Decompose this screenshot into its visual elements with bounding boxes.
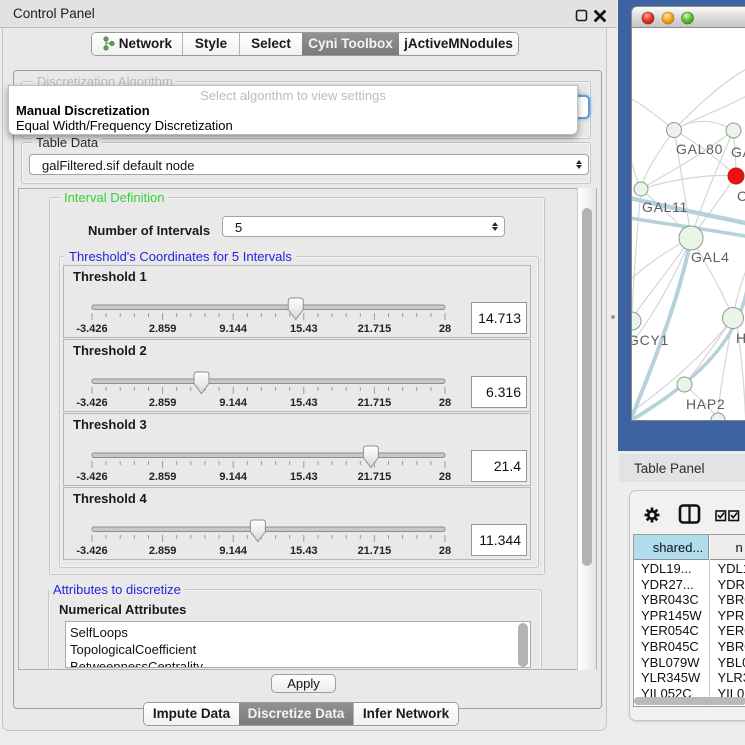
svg-text:21.715: 21.715 [358, 471, 392, 483]
svg-text:28: 28 [439, 397, 451, 409]
svg-text:-3.426: -3.426 [76, 545, 107, 557]
svg-text:2.859: 2.859 [149, 545, 177, 557]
svg-text:28: 28 [439, 323, 451, 335]
svg-text:C: C [737, 188, 745, 204]
svg-text:2.859: 2.859 [149, 397, 177, 409]
svg-text:9.144: 9.144 [219, 471, 247, 483]
svg-text:15.43: 15.43 [290, 397, 318, 409]
svg-text:15.43: 15.43 [290, 471, 318, 483]
svg-text:21.715: 21.715 [358, 323, 392, 335]
svg-text:-3.426: -3.426 [76, 471, 107, 483]
svg-text:2.859: 2.859 [149, 323, 177, 335]
svg-text:9.144: 9.144 [219, 397, 247, 409]
svg-text:28: 28 [439, 545, 451, 557]
svg-text:GAL11: GAL11 [642, 199, 688, 215]
svg-text:H: H [736, 330, 745, 346]
svg-text:GAL4: GAL4 [691, 249, 730, 265]
svg-text:HAP2: HAP2 [686, 396, 725, 412]
svg-text:GA: GA [731, 144, 745, 160]
svg-text:28: 28 [439, 471, 451, 483]
svg-text:-3.426: -3.426 [76, 323, 107, 335]
svg-text:GCY1: GCY1 [632, 332, 669, 348]
svg-text:21.715: 21.715 [358, 545, 392, 557]
svg-text:15.43: 15.43 [290, 545, 318, 557]
svg-text:21.715: 21.715 [358, 397, 392, 409]
svg-text:9.144: 9.144 [219, 323, 247, 335]
svg-text:GAL80: GAL80 [676, 141, 723, 157]
svg-text:2.859: 2.859 [149, 471, 177, 483]
svg-text:15.43: 15.43 [290, 323, 318, 335]
svg-text:-3.426: -3.426 [76, 397, 107, 409]
svg-text:9.144: 9.144 [219, 545, 247, 557]
